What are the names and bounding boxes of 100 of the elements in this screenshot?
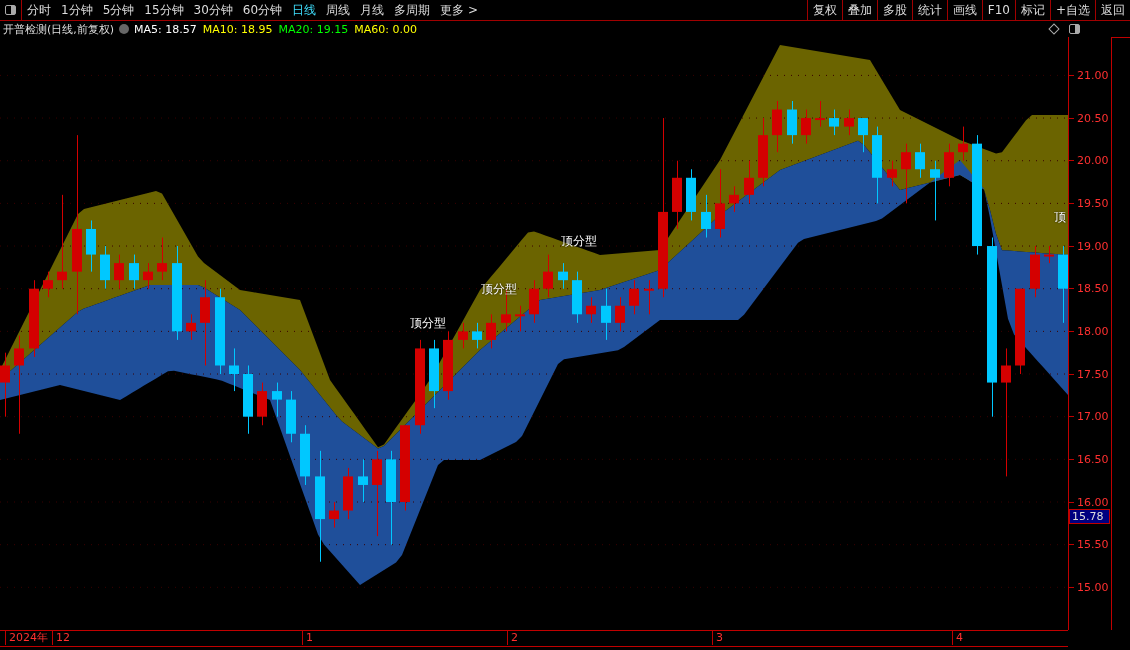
falling-candlestick bbox=[243, 365, 253, 435]
toolbar-button[interactable]: 画线 bbox=[946, 0, 982, 20]
falling-candlestick bbox=[358, 458, 368, 503]
moving-average-value: MA10: 18.95 bbox=[202, 22, 273, 36]
rising-candlestick bbox=[629, 279, 639, 315]
falling-candlestick bbox=[272, 382, 282, 418]
rising-candlestick bbox=[844, 109, 854, 136]
rising-candlestick bbox=[114, 254, 124, 290]
date-axis-label: 2 bbox=[507, 631, 518, 645]
rising-candlestick bbox=[715, 168, 725, 238]
price-axis-label: 16.50 bbox=[1077, 452, 1109, 466]
falling-candlestick bbox=[915, 143, 925, 179]
date-axis-label: 3 bbox=[712, 631, 723, 645]
falling-candlestick bbox=[286, 390, 296, 443]
falling-candlestick bbox=[429, 339, 439, 409]
moving-average-value: MA60: 0.00 bbox=[354, 22, 417, 36]
period-tab[interactable]: 30分钟 bbox=[188, 1, 238, 19]
period-tab[interactable]: 周线 bbox=[321, 1, 356, 19]
rising-candlestick bbox=[458, 322, 468, 349]
rising-candlestick bbox=[43, 271, 53, 298]
rising-candlestick bbox=[529, 279, 539, 324]
price-axis-label: 19.00 bbox=[1077, 239, 1109, 253]
current-price-tag: 15.78 bbox=[1069, 509, 1110, 524]
rising-candlestick bbox=[615, 296, 625, 332]
rising-candlestick bbox=[958, 126, 968, 162]
rising-candlestick bbox=[586, 296, 596, 324]
rising-candlestick bbox=[329, 501, 339, 529]
pattern-label: 顶分型 bbox=[481, 281, 517, 298]
price-axis-label: 19.50 bbox=[1077, 196, 1109, 210]
rising-candlestick bbox=[1030, 245, 1040, 298]
rising-candlestick bbox=[801, 109, 811, 145]
date-axis-label: 4 bbox=[952, 631, 963, 645]
rising-candlestick bbox=[729, 185, 739, 213]
period-tab[interactable]: 日线 bbox=[287, 1, 322, 19]
toolbar-button[interactable]: 多股 bbox=[876, 0, 912, 20]
rising-candlestick bbox=[644, 279, 654, 315]
rising-candlestick bbox=[257, 382, 267, 426]
rising-candlestick bbox=[815, 100, 825, 128]
falling-candlestick bbox=[129, 254, 139, 290]
rising-candlestick bbox=[672, 160, 682, 230]
rising-candlestick bbox=[901, 143, 911, 204]
period-tab[interactable]: 1分钟 bbox=[56, 1, 98, 19]
period-tab[interactable]: 更多 > bbox=[435, 1, 483, 19]
falling-candlestick bbox=[86, 219, 96, 273]
date-axis-label: 12 bbox=[52, 631, 70, 645]
falling-candlestick bbox=[787, 100, 797, 145]
price-axis-label: 16.00 bbox=[1077, 495, 1109, 509]
price-axis-label: 15.50 bbox=[1077, 538, 1109, 552]
falling-candlestick bbox=[701, 194, 711, 238]
period-tab[interactable]: 月线 bbox=[355, 1, 390, 19]
pattern-label: 顶 bbox=[1054, 209, 1066, 226]
falling-candlestick bbox=[572, 271, 582, 324]
period-tab[interactable]: 15分钟 bbox=[139, 1, 189, 19]
rising-candlestick bbox=[772, 100, 782, 153]
period-tab[interactable]: 60分钟 bbox=[237, 1, 288, 19]
price-axis-label: 17.00 bbox=[1077, 410, 1109, 424]
falling-candlestick bbox=[930, 160, 940, 221]
toolbar-button[interactable]: 统计 bbox=[911, 0, 947, 20]
pattern-label: 顶分型 bbox=[561, 233, 597, 250]
falling-candlestick bbox=[558, 262, 568, 290]
toolbar-button[interactable]: 返回 bbox=[1095, 0, 1130, 20]
rising-candlestick bbox=[486, 313, 496, 349]
falling-candlestick bbox=[829, 109, 839, 136]
falling-candlestick bbox=[100, 245, 110, 290]
falling-candlestick bbox=[858, 117, 868, 153]
price-axis-label: 18.50 bbox=[1077, 282, 1109, 296]
moving-average-value: MA5: 18.57 bbox=[134, 22, 197, 36]
indicator-title: 开普检测(日线,前复权) bbox=[2, 21, 115, 37]
toolbar-button[interactable]: 复权 bbox=[806, 0, 842, 20]
dropdown-icon[interactable] bbox=[119, 24, 130, 34]
falling-candlestick bbox=[229, 347, 239, 392]
rising-candlestick bbox=[343, 467, 353, 520]
price-axis-label: 15.00 bbox=[1077, 580, 1109, 594]
rising-candlestick bbox=[186, 313, 196, 341]
price-axis-label: 20.50 bbox=[1077, 111, 1109, 125]
rising-candlestick bbox=[443, 330, 453, 401]
price-axis-label: 21.00 bbox=[1077, 68, 1109, 82]
falling-candlestick bbox=[300, 424, 310, 486]
period-tab[interactable]: 5分钟 bbox=[97, 1, 140, 19]
rising-candlestick bbox=[543, 254, 553, 298]
toolbar-button[interactable]: 标记 bbox=[1014, 0, 1050, 20]
period-tab[interactable]: 分时 bbox=[22, 1, 56, 19]
falling-candlestick bbox=[601, 288, 611, 341]
rising-candlestick bbox=[0, 352, 10, 418]
period-tab[interactable]: 多周期 bbox=[389, 1, 436, 19]
rising-candlestick bbox=[758, 117, 768, 187]
price-axis-label: 17.50 bbox=[1077, 367, 1109, 381]
rising-candlestick bbox=[515, 305, 525, 332]
rising-candlestick bbox=[1044, 245, 1054, 264]
toolbar-button[interactable]: F10 bbox=[981, 0, 1015, 20]
price-axis-label: 20.00 bbox=[1077, 154, 1109, 168]
date-axis-label: 2024年 bbox=[5, 631, 48, 645]
rising-candlestick bbox=[157, 237, 167, 281]
price-axis-label: 18.00 bbox=[1077, 324, 1109, 338]
toolbar-button[interactable]: 叠加 bbox=[841, 0, 877, 20]
toolbar-button[interactable]: +自选 bbox=[1049, 0, 1095, 20]
falling-candlestick bbox=[686, 168, 696, 221]
pattern-label: 顶分型 bbox=[410, 315, 446, 332]
rising-candlestick bbox=[744, 160, 754, 204]
rising-candlestick bbox=[944, 143, 954, 187]
